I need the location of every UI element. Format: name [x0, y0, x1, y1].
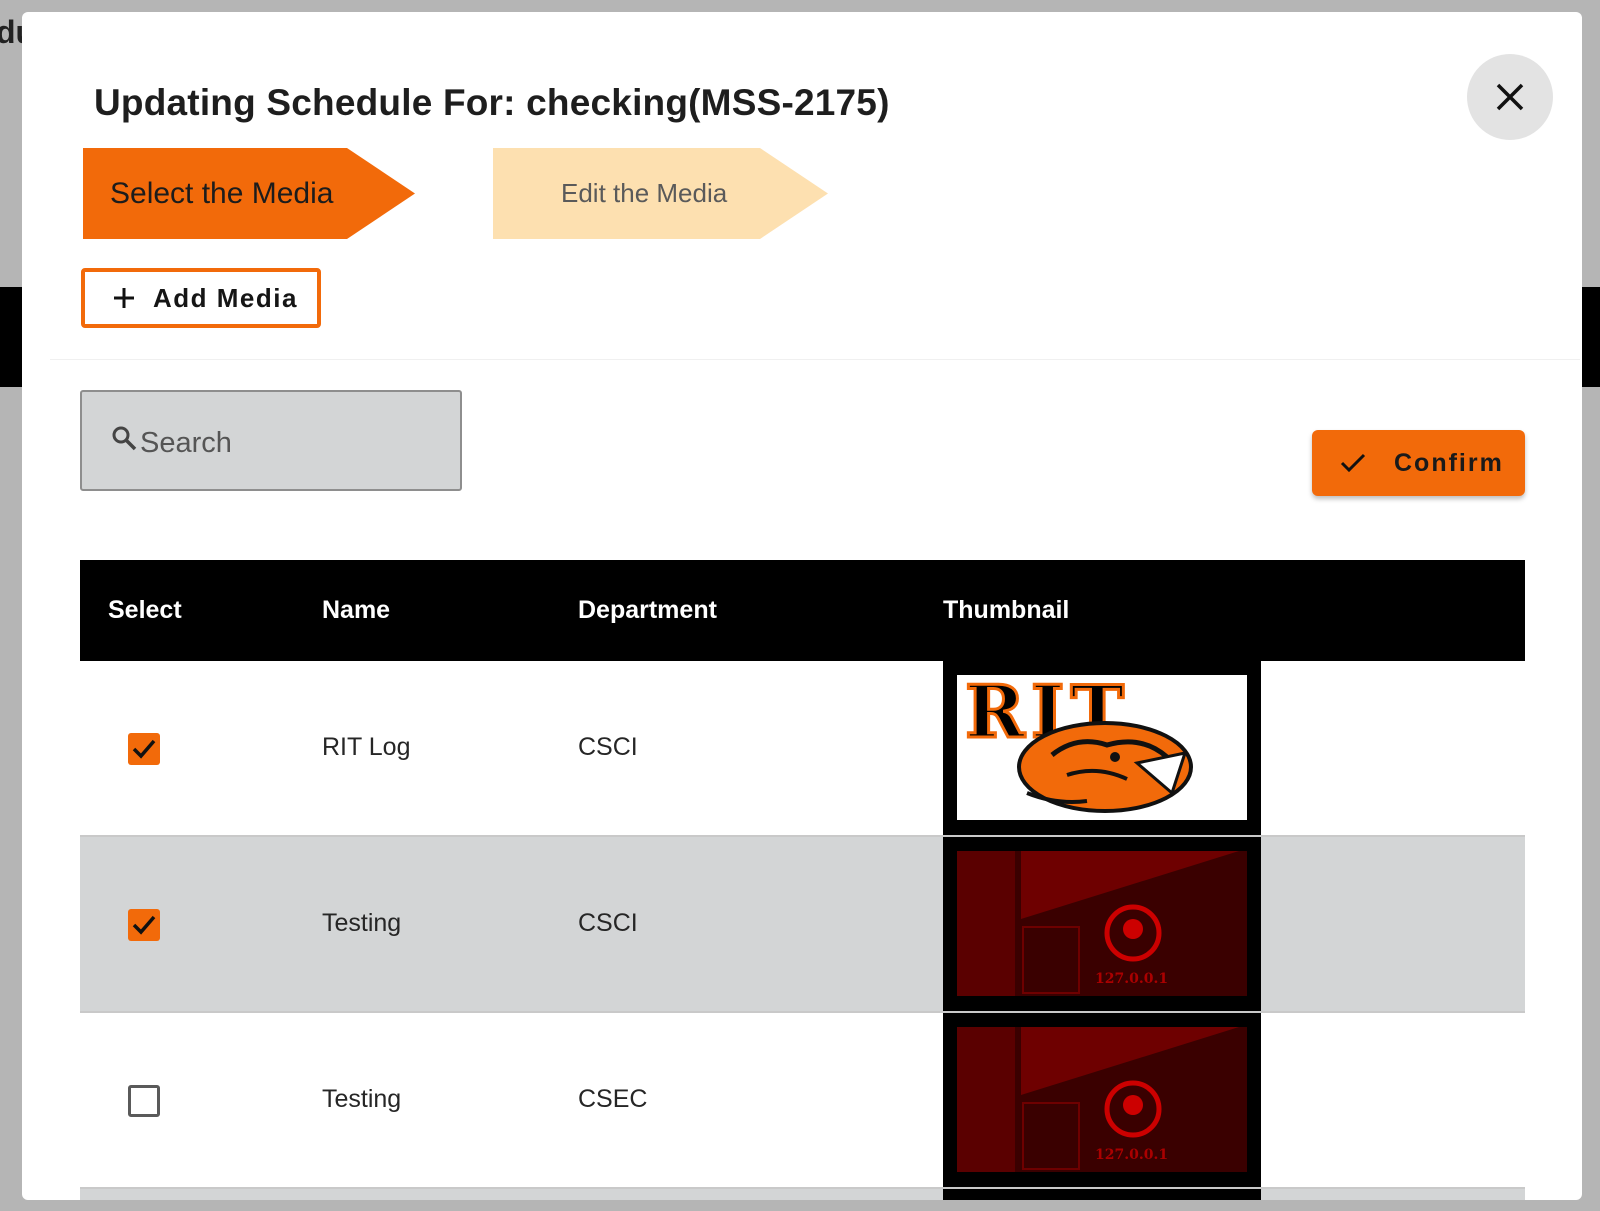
search-icon: [112, 426, 137, 451]
table-row[interactable]: RIT Log CSCI RIT: [80, 661, 1525, 837]
search-box: [80, 390, 462, 491]
row-thumbnail: 127.0.0.1: [943, 837, 1261, 1011]
media-table: Select Name Department Thumbnail RIT Log…: [80, 560, 1525, 1200]
row-thumbnail: RIT: [943, 661, 1261, 835]
close-button[interactable]: [1467, 54, 1553, 140]
row-name: Testing: [322, 909, 402, 937]
partial-row-bg: [80, 1189, 1525, 1200]
close-icon: [1496, 83, 1524, 111]
table-header: Select Name Department Thumbnail: [80, 560, 1525, 661]
table-row[interactable]: Testing CSCI 127.0.0.1: [80, 837, 1525, 1013]
arasaka-poster-image: 127.0.0.1: [943, 1013, 1261, 1187]
column-header-thumbnail: Thumbnail: [943, 596, 1070, 624]
partial-thumbnail: [943, 1189, 1261, 1200]
divider: [50, 359, 1580, 360]
confirm-label: Confirm: [1394, 448, 1504, 477]
svg-text:127.0.0.1: 127.0.0.1: [1095, 971, 1168, 987]
column-header-department: Department: [578, 596, 717, 624]
step-edit-media[interactable]: Edit the Media: [493, 148, 828, 239]
step-label: Select the Media: [110, 176, 334, 210]
row-select-checkbox[interactable]: [128, 733, 160, 765]
step-label: Edit the Media: [561, 178, 728, 208]
add-media-button[interactable]: Add Media: [81, 268, 321, 328]
checkmark-icon: [132, 739, 156, 759]
add-media-label: Add Media: [153, 282, 298, 313]
confirm-button[interactable]: Confirm: [1312, 430, 1525, 496]
table-row[interactable]: Testing CSEC 127.0.0.1: [80, 1013, 1525, 1189]
svg-text:127.0.0.1: 127.0.0.1: [1095, 1147, 1168, 1163]
dialog-title: Updating Schedule For: checking(MSS-2175…: [94, 82, 890, 123]
update-schedule-dialog: Updating Schedule For: checking(MSS-2175…: [22, 12, 1582, 1200]
row-name: RIT Log: [322, 733, 411, 761]
plus-icon: [114, 288, 134, 308]
rit-tiger-logo-image: RIT: [957, 675, 1247, 820]
row-department: CSEC: [578, 1085, 648, 1113]
arasaka-poster-image: 127.0.0.1: [943, 837, 1261, 1011]
column-header-name: Name: [322, 596, 391, 624]
backdrop-header-bar: [0, 287, 22, 387]
table-row-partial: [80, 1189, 1525, 1200]
step-select-media[interactable]: Select the Media: [83, 148, 415, 239]
check-icon: [1340, 453, 1366, 473]
row-select-checkbox[interactable]: [128, 1085, 160, 1117]
column-header-select: Select: [108, 596, 182, 624]
row-name: Testing: [322, 1085, 402, 1113]
row-thumbnail: 127.0.0.1: [943, 1013, 1261, 1187]
search-input[interactable]: [138, 416, 442, 470]
row-select-checkbox[interactable]: [128, 909, 160, 941]
row-department: CSCI: [578, 909, 638, 937]
row-department: CSCI: [578, 733, 638, 761]
checkmark-icon: [132, 915, 156, 935]
